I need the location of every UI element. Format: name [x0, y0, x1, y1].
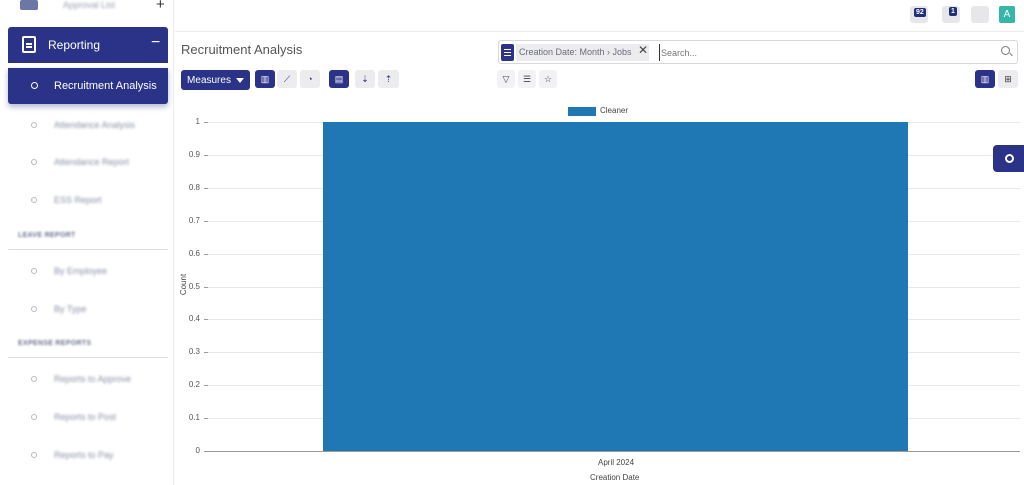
database-icon: ▤ — [334, 73, 344, 84]
bar-chart-button[interactable]: ▥ — [255, 70, 275, 88]
group-by-icon — [501, 44, 514, 61]
y-tick-label: 0.1 — [188, 413, 200, 423]
y-tick-label: 0.9 — [188, 149, 200, 159]
x-tick-label: April 2024 — [598, 458, 635, 467]
graph-view-button[interactable]: ▥ — [975, 70, 995, 88]
y-tick-label: 0.3 — [188, 347, 200, 357]
sidebar-item[interactable]: By Type — [8, 300, 168, 320]
circle-icon — [31, 306, 37, 312]
close-icon[interactable]: ✕ — [638, 43, 648, 57]
legend-label: Cleaner — [600, 106, 629, 115]
sidebar-item[interactable]: Reports to Post — [8, 408, 168, 428]
circle-icon — [31, 376, 37, 382]
collapse-icon[interactable]: − — [151, 34, 160, 52]
descending-button[interactable]: ⇣ — [355, 70, 375, 88]
search-icon[interactable] — [1001, 46, 1010, 55]
sidebar-item-label: Recruitment Analysis — [54, 80, 157, 92]
sidebar-item[interactable]: By Employee — [8, 262, 168, 282]
sort-asc-icon: ⇡ — [384, 73, 393, 84]
avatar[interactable]: A — [999, 6, 1015, 23]
line-chart-button[interactable]: ⟋ — [277, 70, 297, 88]
document-icon — [22, 36, 36, 53]
sidebar-divider — [8, 249, 168, 250]
y-tick-label: 1 — [195, 117, 200, 126]
sidebar: Approval List + Reporting − Recruitment … — [0, 0, 174, 485]
circle-icon — [31, 452, 37, 458]
sidebar-item[interactable]: Reports to Approve — [8, 370, 168, 390]
bar-chart-icon: ▥ — [980, 73, 990, 84]
x-axis — [208, 451, 1020, 452]
sidebar-group-label: Reporting — [48, 38, 101, 52]
page-title: Recruitment Analysis — [181, 42, 303, 57]
pie-chart-button[interactable]: ◔ — [300, 70, 320, 88]
ascending-button[interactable]: ⇡ — [378, 70, 399, 88]
messages-count-badge: 92 — [914, 8, 926, 17]
sidebar-item-approval-list[interactable]: Approval List + — [8, 0, 168, 18]
search-bar: Creation Date: Month › Jobs ✕ — [498, 40, 1018, 64]
sidebar-item-label: Attendance Report — [54, 157, 130, 167]
list-icon — [20, 0, 38, 10]
sidebar-item-label: Reports to Approve — [54, 374, 132, 384]
favorites-button[interactable]: ☆ — [539, 70, 557, 88]
search-facet: Creation Date: Month › Jobs — [516, 44, 649, 61]
filter-button[interactable]: ▽ — [497, 70, 515, 88]
sidebar-item[interactable]: Attendance Report — [8, 153, 168, 173]
measures-button[interactable]: Measures — [181, 70, 250, 90]
top-bar: 92 1 A — [175, 0, 1024, 32]
x-axis-label: Creation Date — [590, 473, 640, 482]
sidebar-section-label: EXPENSE REPORTS — [18, 340, 92, 347]
sidebar-item-label: Attendance Analysis — [54, 120, 136, 130]
group-by-button[interactable]: ☰ — [518, 70, 536, 88]
bar-chart-icon: ▥ — [260, 73, 270, 84]
legend-swatch — [568, 107, 596, 116]
sidebar-item-label: Reports to Pay — [54, 450, 114, 460]
sidebar-item-label: Approval List — [63, 0, 116, 10]
menu-icon: ☰ — [522, 73, 532, 84]
activity-count-badge: 1 — [949, 7, 957, 16]
circle-icon — [31, 268, 37, 274]
app: Approval List + Reporting − Recruitment … — [0, 0, 1024, 485]
table-icon: ⊞ — [1004, 73, 1012, 84]
circle-icon — [31, 414, 37, 420]
filter-icon: ▽ — [502, 73, 510, 84]
messages-button[interactable]: 92 — [910, 6, 928, 23]
sidebar-item-label: By Employee — [54, 266, 108, 276]
bar-cleaner-april-2024[interactable] — [323, 122, 908, 451]
switch-company-icon[interactable] — [971, 6, 989, 23]
chevron-down-icon — [235, 77, 244, 83]
sidebar-divider — [8, 357, 168, 358]
sidebar-group-reporting[interactable]: Reporting − — [8, 27, 168, 63]
gear-icon — [1005, 154, 1014, 163]
measures-label: Measures — [187, 74, 231, 86]
sidebar-item-label: ESS Report — [54, 195, 102, 205]
circle-icon — [31, 159, 37, 165]
sort-desc-icon: ⇣ — [361, 73, 369, 84]
star-icon: ☆ — [543, 73, 553, 84]
sidebar-item[interactable]: ESS Report — [8, 191, 168, 211]
sidebar-item-label: Reports to Post — [54, 412, 117, 422]
sidebar-item[interactable]: Attendance Analysis — [8, 116, 168, 136]
line-chart-icon: ⟋ — [283, 73, 291, 84]
circle-icon — [31, 82, 38, 89]
pie-chart-icon: ◔ — [307, 73, 313, 84]
sidebar-item-recruitment-analysis[interactable]: Recruitment Analysis — [8, 68, 168, 104]
stacked-button[interactable]: ▤ — [329, 70, 349, 88]
search-input[interactable] — [659, 44, 989, 61]
sidebar-item[interactable]: Reports to Pay — [8, 446, 168, 466]
circle-icon — [31, 122, 37, 128]
expand-icon[interactable]: + — [156, 0, 165, 13]
sidebar-item-label: By Type — [54, 304, 87, 314]
circle-icon — [31, 197, 37, 203]
y-tick-label: 0.8 — [188, 182, 200, 192]
settings-button[interactable] — [993, 145, 1024, 172]
activity-button[interactable]: 1 — [942, 6, 960, 23]
y-tick-label: 0 — [195, 446, 200, 455]
y-tick-label: 0.6 — [188, 248, 200, 258]
sidebar-section-label: LEAVE REPORT — [18, 232, 76, 239]
y-tick-label: 0.2 — [188, 380, 200, 390]
pivot-view-button[interactable]: ⊞ — [998, 70, 1018, 88]
y-tick-label: 0.7 — [188, 215, 200, 225]
y-tick-label: 0.5 — [188, 281, 200, 291]
y-tick-label: 0.4 — [188, 314, 200, 324]
